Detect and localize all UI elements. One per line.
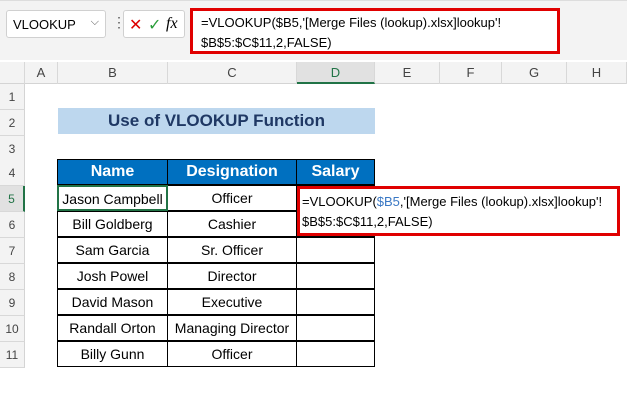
row-header-9[interactable]: 9 — [0, 290, 25, 316]
row-header-10[interactable]: 10 — [0, 316, 25, 342]
formula-input[interactable]: =VLOOKUP($B5,'[Merge Files (lookup).xlsx… — [190, 8, 560, 54]
cell-name[interactable]: Josh Powel — [57, 263, 168, 289]
cell-designation[interactable]: Managing Director — [167, 315, 297, 341]
cell-salary[interactable] — [296, 315, 375, 341]
edit-rest: ,'[Merge Files (lookup).xlsx]lookup'! — [399, 194, 603, 209]
header-designation[interactable]: Designation — [167, 159, 297, 185]
row-header-5[interactable]: 5 — [0, 186, 25, 212]
row-header-2[interactable]: 2 — [0, 110, 25, 136]
cell-designation[interactable]: Executive — [167, 289, 297, 315]
fx-icon[interactable]: fx — [166, 15, 178, 33]
cell-name[interactable]: Billy Gunn — [57, 341, 168, 367]
chevron-down-icon[interactable]: ⌵ — [91, 16, 99, 29]
column-header-c[interactable]: C — [168, 62, 297, 84]
row-header-8[interactable]: 8 — [0, 264, 25, 290]
edit-line-1: =VLOOKUP($B5,'[Merge Files (lookup).xlsx… — [302, 192, 615, 212]
name-box[interactable]: VLOOKUP ⌵ — [6, 10, 106, 38]
cell-name[interactable]: David Mason — [57, 289, 168, 315]
edit-line-2: $B$5:$C$11,2,FALSE) — [302, 214, 433, 229]
formula-buttons: ✕ ✓ fx — [123, 10, 185, 38]
column-header-g[interactable]: G — [502, 62, 567, 84]
formula-line-2: $B$5:$C$11,2,FALSE) — [201, 35, 332, 50]
cell-designation[interactable]: Director — [167, 263, 297, 289]
cell-salary[interactable] — [296, 289, 375, 315]
cell-designation[interactable]: Sr. Officer — [167, 237, 297, 263]
column-header-h[interactable]: H — [567, 62, 627, 84]
enter-icon[interactable]: ✓ — [148, 15, 161, 35]
edit-reference: $B5 — [376, 194, 400, 209]
cell-name[interactable]: Bill Goldberg — [57, 211, 168, 237]
cell-name[interactable]: Sam Garcia — [57, 237, 168, 263]
column-header-b[interactable]: B — [58, 62, 168, 84]
cell-name[interactable]: Jason Campbell — [57, 185, 168, 211]
row-header-4[interactable]: 4 — [0, 160, 25, 186]
header-salary[interactable]: Salary — [296, 159, 375, 185]
row-header-3[interactable]: 3 — [0, 136, 25, 162]
cell-salary[interactable] — [296, 341, 375, 367]
column-header-f[interactable]: F — [440, 62, 502, 84]
cell-designation[interactable]: Officer — [167, 185, 297, 211]
cell-name[interactable]: Randall Orton — [57, 315, 168, 341]
cell-salary[interactable] — [296, 237, 375, 263]
sheet-title[interactable]: Use of VLOOKUP Function — [58, 108, 375, 134]
cell-designation[interactable]: Officer — [167, 341, 297, 367]
cell-salary[interactable] — [296, 263, 375, 289]
formula-line-1: =VLOOKUP($B5,'[Merge Files (lookup).xlsx… — [201, 15, 502, 30]
column-header-e[interactable]: E — [375, 62, 440, 84]
cell-d5-editor[interactable]: =VLOOKUP($B5,'[Merge Files (lookup).xlsx… — [297, 186, 620, 236]
edit-prefix: =VLOOKUP( — [302, 194, 377, 209]
row-header-6[interactable]: 6 — [0, 212, 25, 238]
header-name[interactable]: Name — [57, 159, 168, 185]
cell-designation[interactable]: Cashier — [167, 211, 297, 237]
row-header-11[interactable]: 11 — [0, 342, 25, 368]
row-header-1[interactable]: 1 — [0, 84, 25, 110]
column-header-a[interactable]: A — [25, 62, 58, 84]
select-all-button[interactable] — [0, 62, 25, 84]
cancel-icon[interactable]: ✕ — [129, 15, 142, 35]
row-header-7[interactable]: 7 — [0, 238, 25, 264]
column-header-d[interactable]: D — [297, 62, 375, 84]
column-headers: A B C D E F G H — [0, 62, 627, 84]
name-box-value: VLOOKUP — [13, 17, 76, 32]
